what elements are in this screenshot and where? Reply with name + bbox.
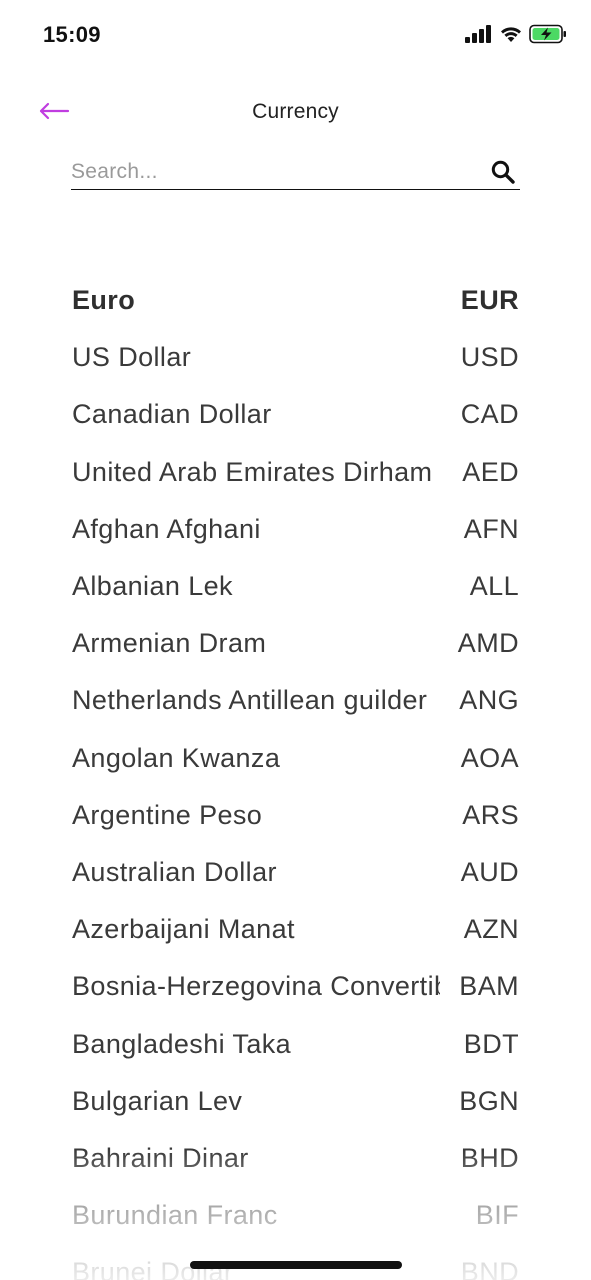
currency-code: BIF: [475, 1200, 519, 1231]
home-indicator: [190, 1261, 402, 1269]
currency-name: United Arab Emirates Dirham: [72, 456, 433, 487]
currency-name: Bulgarian Lev: [72, 1085, 243, 1116]
currency-name: Bangladeshi Taka: [72, 1028, 292, 1059]
currency-row[interactable]: Argentine Peso ARS: [72, 787, 519, 844]
currency-name: Bosnia-Herzegovina Convertible Mark: [72, 971, 440, 1002]
currency-name: Albanian Lek: [72, 571, 233, 602]
currency-row[interactable]: United Arab Emirates Dirham AED: [72, 444, 519, 501]
search-icon[interactable]: [490, 159, 516, 185]
status-time: 15:09: [43, 22, 101, 47]
currency-name: Canadian Dollar: [72, 399, 272, 430]
currency-code: EUR: [460, 285, 519, 316]
currency-name: Bahraini Dinar: [72, 1142, 249, 1173]
search-input[interactable]: [71, 156, 471, 188]
currency-code: AUD: [460, 856, 519, 887]
currency-name: Netherlands Antillean guilder: [72, 685, 428, 716]
currency-name: Afghan Afghani: [72, 513, 261, 544]
cellular-signal-icon: [465, 25, 491, 43]
currency-name: Euro: [72, 285, 136, 316]
currency-code: BHD: [460, 1142, 519, 1173]
wifi-icon: [501, 27, 521, 42]
currency-code: AED: [462, 456, 519, 487]
currency-code: AMD: [457, 628, 519, 659]
currency-code: AOA: [460, 742, 519, 773]
currency-row[interactable]: Bulgarian Lev BGN: [72, 1073, 519, 1130]
currency-list: Euro EUR US Dollar USD Canadian Dollar C…: [72, 272, 519, 1280]
currency-row[interactable]: Armenian Dram AMD: [72, 615, 519, 672]
currency-row[interactable]: Bangladeshi Taka BDT: [72, 1015, 519, 1072]
currency-row[interactable]: Albanian Lek ALL: [72, 558, 519, 615]
currency-row[interactable]: Azerbaijani Manat AZN: [72, 901, 519, 958]
search-bar: [71, 152, 520, 190]
currency-row[interactable]: US Dollar USD: [72, 329, 519, 386]
currency-row[interactable]: Afghan Afghani AFN: [72, 501, 519, 558]
currency-row[interactable]: Canadian Dollar CAD: [72, 386, 519, 443]
currency-row[interactable]: Angolan Kwanza AOA: [72, 730, 519, 787]
currency-code: BDT: [463, 1028, 519, 1059]
currency-code: ARS: [462, 799, 519, 830]
currency-code: AZN: [463, 914, 519, 945]
currency-name: Angolan Kwanza: [72, 742, 281, 773]
currency-name: Australian Dollar: [72, 856, 277, 887]
currency-name: Azerbaijani Manat: [72, 914, 295, 945]
currency-name: Armenian Dram: [72, 628, 267, 659]
currency-code: BGN: [459, 1085, 519, 1116]
currency-row[interactable]: Bosnia-Herzegovina Convertible Mark BAM: [72, 958, 519, 1015]
currency-row[interactable]: Euro EUR: [72, 272, 519, 329]
currency-code: ANG: [459, 685, 519, 716]
currency-name: Argentine Peso: [72, 799, 263, 830]
currency-code: ALL: [469, 571, 519, 602]
currency-code: AFN: [463, 513, 519, 544]
currency-row[interactable]: Bahraini Dinar BHD: [72, 1130, 519, 1187]
currency-name: US Dollar: [72, 342, 192, 373]
status-bar: 15:09: [0, 0, 591, 70]
page-title: Currency: [252, 100, 339, 123]
currency-code: BND: [460, 1257, 519, 1280]
currency-row[interactable]: Netherlands Antillean guilder ANG: [72, 672, 519, 729]
currency-code: USD: [460, 342, 519, 373]
currency-code: BAM: [459, 971, 519, 1002]
currency-row[interactable]: Australian Dollar AUD: [72, 844, 519, 901]
currency-row[interactable]: Burundian Franc BIF: [72, 1187, 519, 1244]
currency-code: CAD: [460, 399, 519, 430]
status-icons: [465, 24, 567, 44]
battery-charging-icon: [529, 24, 566, 44]
currency-name: Burundian Franc: [72, 1200, 278, 1231]
